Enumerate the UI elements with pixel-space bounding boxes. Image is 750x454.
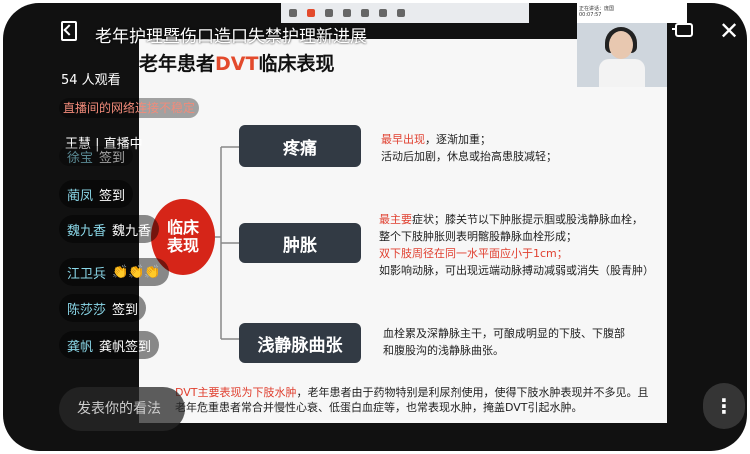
chat-name: 蔺凤: [67, 188, 94, 204]
speaker-body: [599, 59, 645, 87]
speaker-face: [609, 31, 633, 59]
chat-text: 👏👏👏: [112, 264, 161, 280]
chat-item: 魏九香 魏九香: [59, 215, 160, 243]
pain-red: 最早出现: [381, 133, 425, 146]
toolbar-item[interactable]: [289, 8, 297, 18]
chat-name: 魏九香: [67, 223, 107, 239]
chat-text: 魏九香: [112, 223, 152, 239]
close-icon[interactable]: ✕: [719, 17, 739, 45]
members-icon: [343, 8, 351, 17]
meeting-toolbar: 开始: [281, 3, 529, 23]
node-pain-label: 疼痛: [283, 138, 317, 159]
center-node-label: 临床表现: [166, 218, 199, 255]
network-warning: 直播间的网络连接不稳定: [59, 98, 200, 118]
settings-icon: [397, 8, 405, 17]
speaker-status: 正在讲话：庞国 00:07:57: [577, 3, 687, 23]
share-icon: [325, 8, 333, 17]
chat-text: 龚帆签到: [99, 339, 152, 355]
swelling-line2: 整个下肢肿胀则表明髂股静脉血栓形成；: [379, 230, 577, 243]
node-varicose: 浅静脉曲张: [239, 323, 361, 363]
chat-text: 签到: [99, 188, 126, 204]
pain-line2: 活动后加剧，休息或抬高患肢减轻；: [381, 150, 557, 163]
exit-fullscreen-icon[interactable]: [672, 23, 693, 37]
toolbar-item[interactable]: [307, 8, 315, 18]
slide: 老年患者DVT临床表现 临床表现 疼痛 肿胀 浅静脉曲张 最早出现，逐渐加重； …: [139, 39, 667, 423]
chat-item: 龚帆 龚帆签到: [59, 331, 160, 359]
chat-text: 签到: [112, 302, 139, 318]
swelling-red: 最主要: [379, 213, 412, 226]
chat-name: 龚帆: [67, 339, 94, 355]
viewer-count: 54 人观看: [61, 73, 121, 88]
toolbar-item[interactable]: [325, 8, 333, 18]
varicose-line2: 和腹股沟的浅静脉曲张。: [383, 344, 504, 357]
speaker-video[interactable]: [577, 23, 667, 87]
pain-line1: ，逐渐加重；: [425, 133, 491, 146]
speaker-info: 正在讲话：庞国: [579, 6, 615, 12]
chat-item: 江卫兵 👏👏👏: [59, 258, 169, 286]
chat-item: 蔺凤 签到: [59, 180, 134, 208]
more-button[interactable]: ⋮: [703, 383, 745, 429]
slide-footnote: DVT主要表现为下肢水肿，老年患者由于药物特别是利尿剂使用，使得下肢水肿表现并不…: [175, 385, 655, 415]
toolbar-item[interactable]: [343, 8, 351, 18]
record-icon: [379, 8, 387, 17]
swelling-line1: 症状；膝关节以下肿胀提示腘或股浅静脉血栓，: [412, 213, 643, 226]
toolbar-item[interactable]: [397, 8, 405, 18]
node-swelling-label: 肿胀: [283, 235, 317, 256]
live-stream-view: 老年患者DVT临床表现 临床表现 疼痛 肿胀 浅静脉曲张 最早出现，逐渐加重； …: [3, 3, 747, 451]
minimize-icon[interactable]: [61, 21, 77, 41]
chat-name: 徐宝: [67, 150, 94, 166]
chat-text: 签到: [99, 150, 126, 166]
swelling-description: 最主要症状；膝关节以下肿胀提示腘或股浅静脉血栓， 整个下肢肿胀则表明髂股静脉血栓…: [379, 211, 654, 279]
node-swelling: 肿胀: [239, 223, 361, 263]
varicose-line1: 血栓累及深静脉主干，可酿成明显的下肢、下腹部: [383, 327, 625, 340]
varicose-description: 血栓累及深静脉主干，可酿成明显的下肢、下腹部 和腹股沟的浅静脉曲张。: [383, 325, 625, 359]
chat-icon: [361, 8, 369, 17]
pain-description: 最早出现，逐渐加重； 活动后加剧，休息或抬高患肢减轻；: [381, 131, 557, 165]
comment-input[interactable]: 发表你的看法: [59, 387, 185, 431]
swelling-line3: 双下肢周径在同一水平面应小于1cm；: [379, 247, 568, 260]
mic-icon: [289, 8, 297, 17]
chat-name: 江卫兵: [67, 266, 107, 282]
footnote-red: DVT主要表现为下肢水肿: [175, 386, 297, 399]
timer: 00:07:57: [579, 12, 602, 18]
chat-name: 陈莎莎: [67, 302, 107, 318]
swelling-line4: 如影响动脉，可出现远端动脉搏动减弱或消失（股青肿）: [379, 264, 654, 277]
node-pain: 疼痛: [239, 125, 361, 167]
screen: 老年患者DVT临床表现 临床表现 疼痛 肿胀 浅静脉曲张 最早出现，逐渐加重； …: [0, 0, 750, 454]
camera-icon: [307, 8, 315, 17]
chat-item: 徐宝 签到: [59, 146, 134, 166]
toolbar-item[interactable]: [379, 8, 387, 18]
live-title: 老年护理暨伤口造口失禁护理新进展: [95, 27, 367, 47]
chat-item: 陈莎莎 签到: [59, 294, 147, 322]
toolbar-item[interactable]: [361, 8, 369, 18]
node-varicose-label: 浅静脉曲张: [257, 335, 343, 356]
